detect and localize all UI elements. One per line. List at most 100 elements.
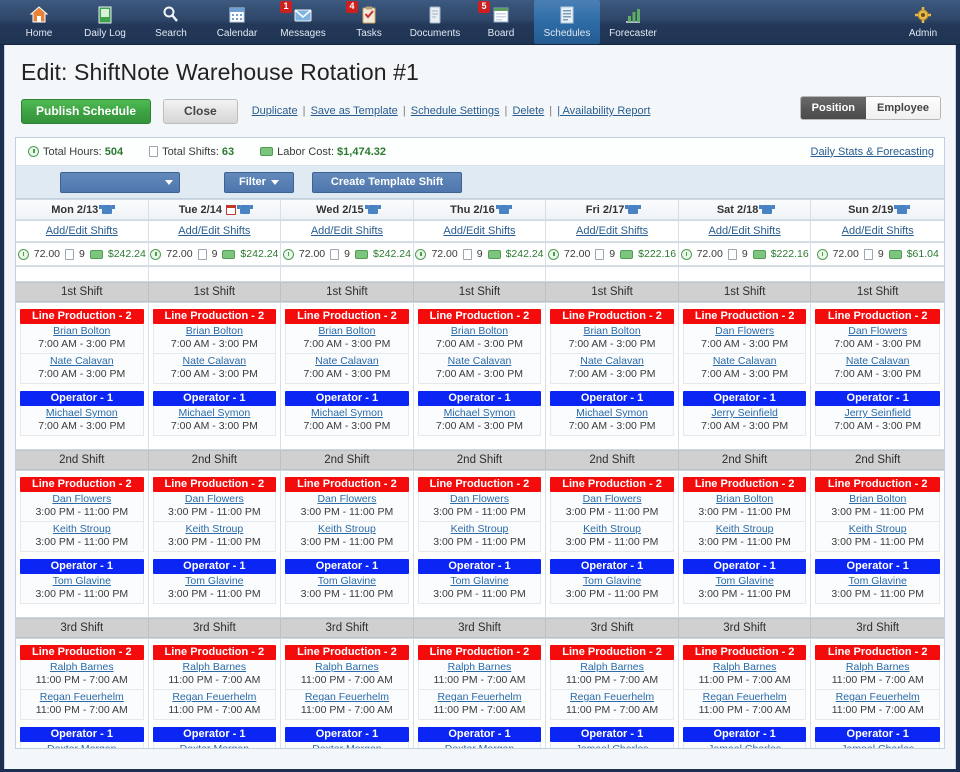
position-title[interactable]: Line Production - 2 — [418, 309, 542, 324]
employee-name-link[interactable]: Tom Glavine — [419, 575, 541, 588]
nav-item-schedules[interactable]: Schedules — [534, 0, 600, 44]
position-title[interactable]: Operator - 1 — [418, 559, 542, 574]
position-title[interactable]: Operator - 1 — [815, 727, 940, 742]
employee-shift[interactable]: Regan Feuerhelm11:00 PM - 7:00 AM — [550, 690, 674, 720]
employee-name-link[interactable]: Dan Flowers — [154, 493, 276, 506]
employee-name-link[interactable]: Tom Glavine — [286, 575, 408, 588]
employee-shift[interactable]: Nate Calavan7:00 AM - 3:00 PM — [153, 354, 277, 384]
position-title[interactable]: Operator - 1 — [550, 559, 674, 574]
close-button[interactable]: Close — [163, 99, 238, 124]
employee-name-link[interactable]: Tom Glavine — [816, 575, 939, 588]
view-toggle-group[interactable]: PositionEmployee — [800, 96, 941, 120]
employee-shift[interactable]: Regan Feuerhelm11:00 PM - 7:00 AM — [285, 690, 409, 720]
employee-shift[interactable]: Brian Bolton7:00 AM - 3:00 PM — [550, 324, 674, 354]
action-link-save-as-template[interactable]: Save as Template — [311, 105, 398, 117]
employee-name-link[interactable]: Keith Stroup — [286, 523, 408, 536]
add-edit-shifts-link[interactable]: Add/Edit Shifts — [443, 225, 515, 237]
employee-name-link[interactable]: Keith Stroup — [419, 523, 541, 536]
employee-shift[interactable]: Brian Bolton7:00 AM - 3:00 PM — [20, 324, 144, 354]
employee-shift[interactable]: Tom Glavine3:00 PM - 11:00 PM — [418, 574, 542, 604]
nav-item-calendar[interactable]: Calendar — [204, 0, 270, 44]
employee-shift[interactable]: Regan Feuerhelm11:00 PM - 7:00 AM — [815, 690, 940, 720]
employee-shift[interactable]: Jamaal Charles11:00 PM - 7:00 AM — [550, 742, 674, 749]
employee-shift[interactable]: Ralph Barnes11:00 PM - 7:00 AM — [153, 660, 277, 690]
employee-shift[interactable]: Michael Symon7:00 AM - 3:00 PM — [550, 406, 674, 436]
employee-shift[interactable]: Dexter Morgan11:00 PM - 7:00 AM — [418, 742, 542, 749]
position-title[interactable]: Line Production - 2 — [550, 309, 674, 324]
employee-shift[interactable]: Brian Bolton3:00 PM - 11:00 PM — [815, 492, 940, 522]
position-title[interactable]: Line Production - 2 — [285, 309, 409, 324]
employee-name-link[interactable]: Tom Glavine — [21, 575, 143, 588]
employee-shift[interactable]: Michael Symon7:00 AM - 3:00 PM — [20, 406, 144, 436]
employee-name-link[interactable]: Keith Stroup — [684, 523, 806, 536]
action-link-duplicate[interactable]: Duplicate — [252, 105, 298, 117]
employee-name-link[interactable]: Jerry Seinfield — [684, 407, 806, 420]
employee-name-link[interactable]: Jamaal Charles — [551, 743, 673, 749]
employee-shift[interactable]: Keith Stroup3:00 PM - 11:00 PM — [153, 522, 277, 552]
employee-shift[interactable]: Jamaal Charles11:00 PM - 7:00 AM — [815, 742, 940, 749]
position-title[interactable]: Operator - 1 — [418, 727, 542, 742]
employee-name-link[interactable]: Tom Glavine — [154, 575, 276, 588]
position-title[interactable]: Line Production - 2 — [550, 645, 674, 660]
position-title[interactable]: Operator - 1 — [285, 391, 409, 406]
action-link-delete[interactable]: Delete — [512, 105, 544, 117]
add-edit-shifts-link[interactable]: Add/Edit Shifts — [178, 225, 250, 237]
employee-name-link[interactable]: Brian Bolton — [419, 325, 541, 338]
employee-name-link[interactable]: Michael Symon — [419, 407, 541, 420]
employee-shift[interactable]: Ralph Barnes11:00 PM - 7:00 AM — [815, 660, 940, 690]
employee-shift[interactable]: Dan Flowers3:00 PM - 11:00 PM — [418, 492, 542, 522]
employee-name-link[interactable]: Michael Symon — [21, 407, 143, 420]
employee-shift[interactable]: Nate Calavan7:00 AM - 3:00 PM — [815, 354, 940, 384]
action-link-schedule-settings[interactable]: Schedule Settings — [411, 105, 500, 117]
employee-shift[interactable]: Michael Symon7:00 AM - 3:00 PM — [153, 406, 277, 436]
position-title[interactable]: Line Production - 2 — [20, 309, 144, 324]
employee-name-link[interactable]: Dan Flowers — [551, 493, 673, 506]
nav-item-forecaster[interactable]: Forecaster — [600, 0, 666, 44]
employee-name-link[interactable]: Dan Flowers — [816, 325, 939, 338]
position-title[interactable]: Line Production - 2 — [285, 477, 409, 492]
position-title[interactable]: Operator - 1 — [815, 559, 940, 574]
position-title[interactable]: Operator - 1 — [683, 727, 807, 742]
employee-name-link[interactable]: Nate Calavan — [286, 355, 408, 368]
employee-shift[interactable]: Dan Flowers3:00 PM - 11:00 PM — [153, 492, 277, 522]
nav-item-search[interactable]: Search — [138, 0, 204, 44]
position-title[interactable]: Line Production - 2 — [20, 645, 144, 660]
view-toggle-position[interactable]: Position — [801, 97, 866, 119]
employee-shift[interactable]: Nate Calavan7:00 AM - 3:00 PM — [683, 354, 807, 384]
employee-name-link[interactable]: Ralph Barnes — [21, 661, 143, 674]
employee-name-link[interactable]: Tom Glavine — [551, 575, 673, 588]
employee-name-link[interactable]: Nate Calavan — [816, 355, 939, 368]
employee-shift[interactable]: Keith Stroup3:00 PM - 11:00 PM — [550, 522, 674, 552]
employee-name-link[interactable]: Nate Calavan — [419, 355, 541, 368]
employee-name-link[interactable]: Michael Symon — [154, 407, 276, 420]
employee-shift[interactable]: Michael Symon7:00 AM - 3:00 PM — [418, 406, 542, 436]
employee-name-link[interactable]: Tom Glavine — [684, 575, 806, 588]
position-title[interactable]: Line Production - 2 — [815, 477, 940, 492]
position-title[interactable]: Line Production - 2 — [550, 477, 674, 492]
employee-name-link[interactable]: Michael Symon — [551, 407, 673, 420]
add-edit-shifts-link[interactable]: Add/Edit Shifts — [46, 225, 118, 237]
employee-name-link[interactable]: Nate Calavan — [21, 355, 143, 368]
nav-item-board[interactable]: 5Board — [468, 0, 534, 44]
employee-name-link[interactable]: Ralph Barnes — [419, 661, 541, 674]
nav-item-tasks[interactable]: 4Tasks — [336, 0, 402, 44]
employee-shift[interactable]: Keith Stroup3:00 PM - 11:00 PM — [418, 522, 542, 552]
position-title[interactable]: Operator - 1 — [418, 391, 542, 406]
employee-name-link[interactable]: Keith Stroup — [551, 523, 673, 536]
employee-name-link[interactable]: Dan Flowers — [419, 493, 541, 506]
employee-name-link[interactable]: Brian Bolton — [286, 325, 408, 338]
position-title[interactable]: Line Production - 2 — [683, 477, 807, 492]
employee-shift[interactable]: Ralph Barnes11:00 PM - 7:00 AM — [550, 660, 674, 690]
employee-name-link[interactable]: Dexter Morgan — [154, 743, 276, 749]
employee-shift[interactable]: Dexter Morgan11:00 PM - 7:00 AM — [20, 742, 144, 749]
employee-shift[interactable]: Dan Flowers7:00 AM - 3:00 PM — [815, 324, 940, 354]
employee-shift[interactable]: Tom Glavine3:00 PM - 11:00 PM — [683, 574, 807, 604]
employee-shift[interactable]: Ralph Barnes11:00 PM - 7:00 AM — [20, 660, 144, 690]
employee-shift[interactable]: Nate Calavan7:00 AM - 3:00 PM — [550, 354, 674, 384]
position-title[interactable]: Line Production - 2 — [418, 645, 542, 660]
nav-item-documents[interactable]: Documents — [402, 0, 468, 44]
nav-item-home[interactable]: Home — [6, 0, 72, 44]
employee-shift[interactable]: Brian Bolton7:00 AM - 3:00 PM — [153, 324, 277, 354]
employee-name-link[interactable]: Regan Feuerhelm — [684, 691, 806, 704]
employee-shift[interactable]: Keith Stroup3:00 PM - 11:00 PM — [20, 522, 144, 552]
